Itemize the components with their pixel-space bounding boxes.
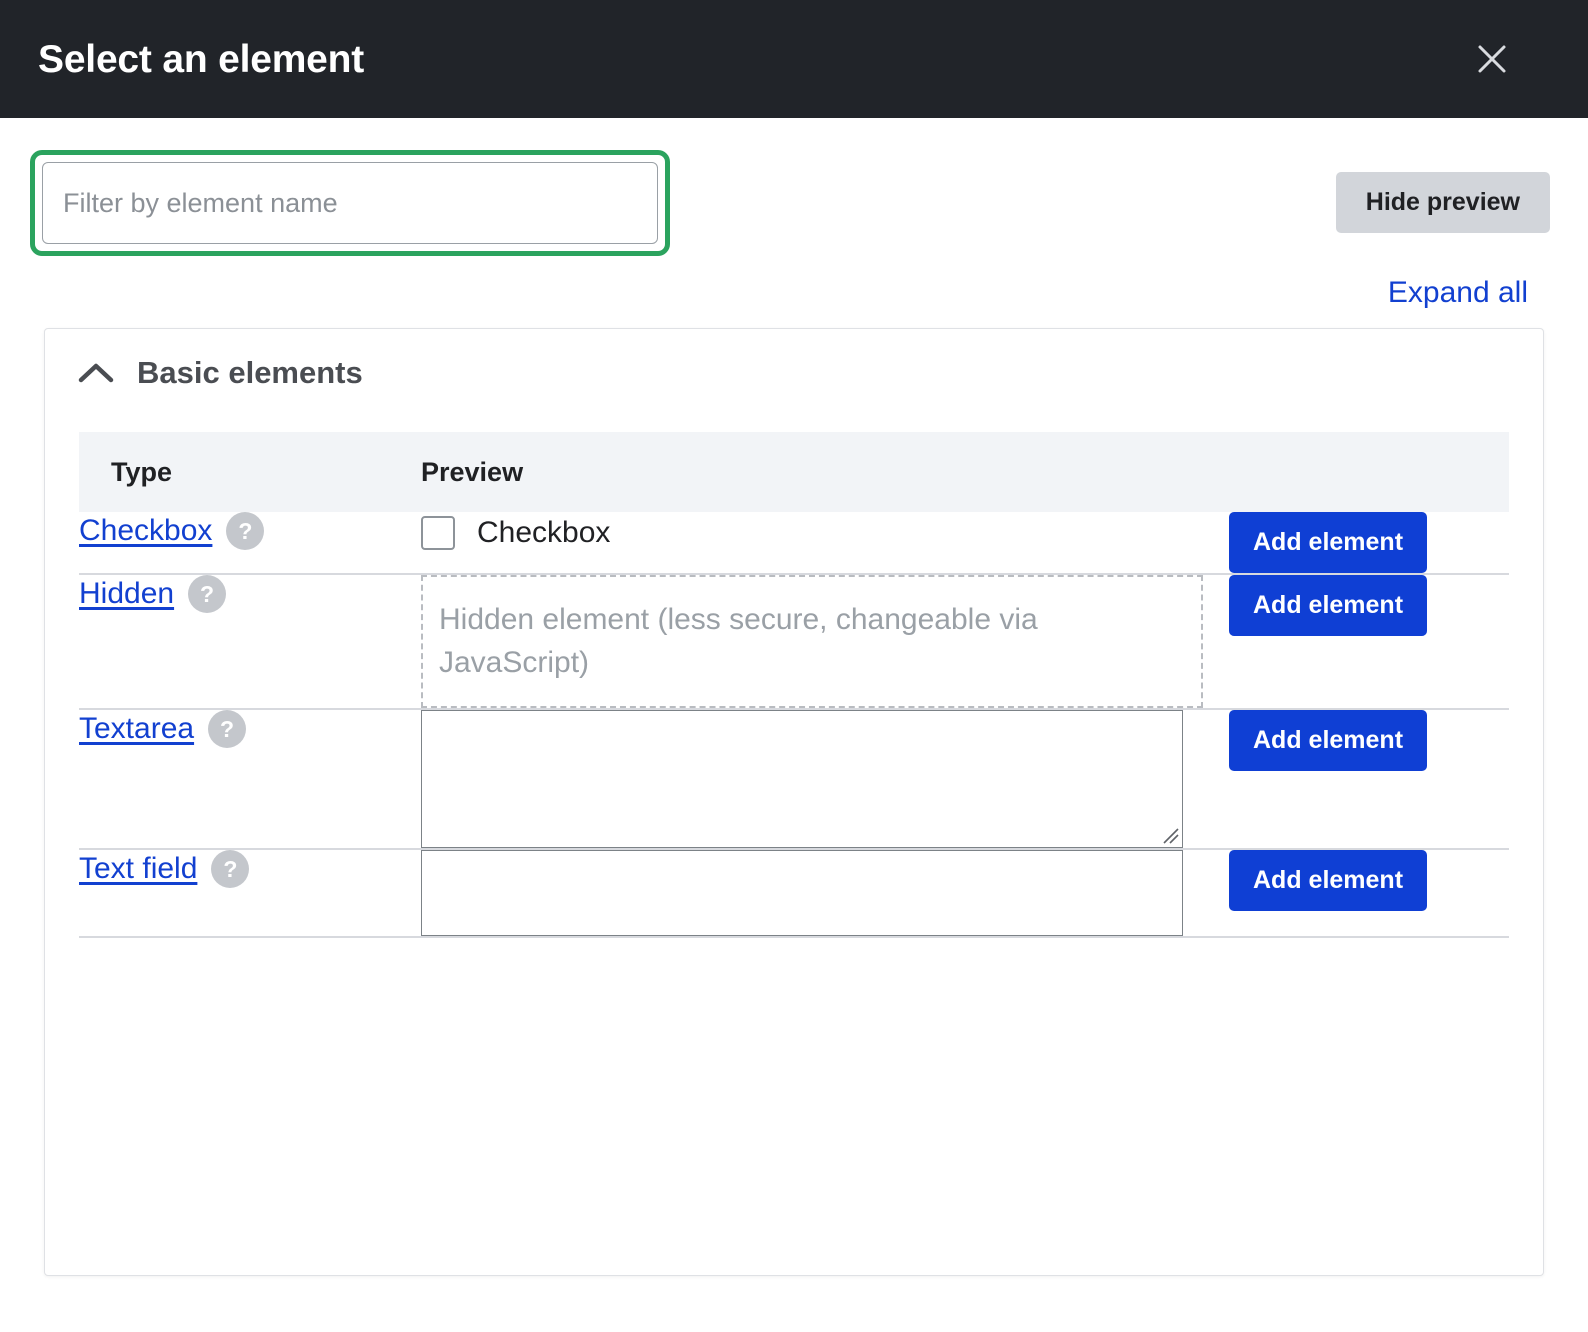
chevron-up-icon bbox=[77, 360, 115, 386]
add-element-button-textarea[interactable]: Add element bbox=[1229, 710, 1427, 771]
table-header: Type Preview bbox=[79, 432, 1509, 512]
table-row: Hidden ? Hidden element (less secure, ch… bbox=[79, 574, 1509, 709]
hidden-element-preview: Hidden element (less secure, changeable … bbox=[421, 575, 1203, 708]
help-icon[interactable]: ? bbox=[211, 850, 249, 888]
help-icon[interactable]: ? bbox=[208, 710, 246, 748]
element-type-link-textarea[interactable]: Textarea bbox=[79, 712, 194, 746]
cell-action: Add element bbox=[1229, 709, 1509, 849]
expand-all-link[interactable]: Expand all bbox=[1388, 278, 1528, 308]
table-row: Textarea ? Add element bbox=[79, 709, 1509, 849]
modal-header: Select an element bbox=[0, 0, 1588, 118]
element-type-link-checkbox[interactable]: Checkbox bbox=[79, 514, 212, 548]
checkbox-label: Checkbox bbox=[477, 516, 610, 550]
cell-action: Add element bbox=[1229, 574, 1509, 709]
cell-type: Checkbox ? bbox=[79, 512, 421, 574]
cell-action: Add element bbox=[1229, 512, 1509, 574]
checkbox-preview: Checkbox bbox=[421, 512, 1229, 550]
add-element-button-checkbox[interactable]: Add element bbox=[1229, 512, 1427, 573]
section-header-basic-elements[interactable]: Basic elements bbox=[45, 329, 1543, 388]
filter-toolbar: Hide preview bbox=[0, 118, 1588, 256]
close-icon bbox=[1476, 43, 1508, 75]
help-icon[interactable]: ? bbox=[188, 575, 226, 613]
table-body: Checkbox ? Checkbox Add element bbox=[79, 512, 1509, 937]
cell-type: Text field ? bbox=[79, 849, 421, 937]
table-row: Text field ? Add element bbox=[79, 849, 1509, 937]
cell-action: Add element bbox=[1229, 849, 1509, 937]
element-type-link-text-field[interactable]: Text field bbox=[79, 852, 197, 886]
elements-table: Type Preview Checkbox ? Checkbox bbox=[79, 432, 1509, 938]
add-element-button-hidden[interactable]: Add element bbox=[1229, 575, 1427, 636]
cell-type: Hidden ? bbox=[79, 574, 421, 709]
column-header-preview: Preview bbox=[421, 432, 1229, 512]
cell-preview bbox=[421, 709, 1229, 849]
page-title: Select an element bbox=[38, 40, 364, 79]
cell-type: Textarea ? bbox=[79, 709, 421, 849]
column-header-action bbox=[1229, 432, 1509, 512]
cell-preview: Hidden element (less secure, changeable … bbox=[421, 574, 1229, 709]
close-button[interactable] bbox=[1464, 31, 1520, 87]
table-row: Checkbox ? Checkbox Add element bbox=[79, 512, 1509, 574]
cell-preview bbox=[421, 849, 1229, 937]
search-input[interactable] bbox=[42, 162, 658, 244]
checkbox-input[interactable] bbox=[421, 516, 455, 550]
table-header-row: Type Preview bbox=[79, 432, 1509, 512]
expand-all-row: Expand all bbox=[0, 256, 1588, 308]
filter-input-focus-ring bbox=[30, 150, 670, 256]
elements-card: Basic elements Type Preview Checkbox ? bbox=[44, 328, 1544, 1276]
hide-preview-button[interactable]: Hide preview bbox=[1336, 172, 1550, 233]
resize-handle-icon[interactable] bbox=[1162, 827, 1180, 845]
column-header-type: Type bbox=[79, 432, 421, 512]
help-icon[interactable]: ? bbox=[226, 512, 264, 550]
textarea-input[interactable] bbox=[421, 710, 1183, 848]
add-element-button-text-field[interactable]: Add element bbox=[1229, 850, 1427, 911]
cell-preview: Checkbox bbox=[421, 512, 1229, 574]
text-field-input[interactable] bbox=[421, 850, 1183, 936]
element-type-link-hidden[interactable]: Hidden bbox=[79, 577, 174, 611]
section-title: Basic elements bbox=[137, 357, 363, 388]
